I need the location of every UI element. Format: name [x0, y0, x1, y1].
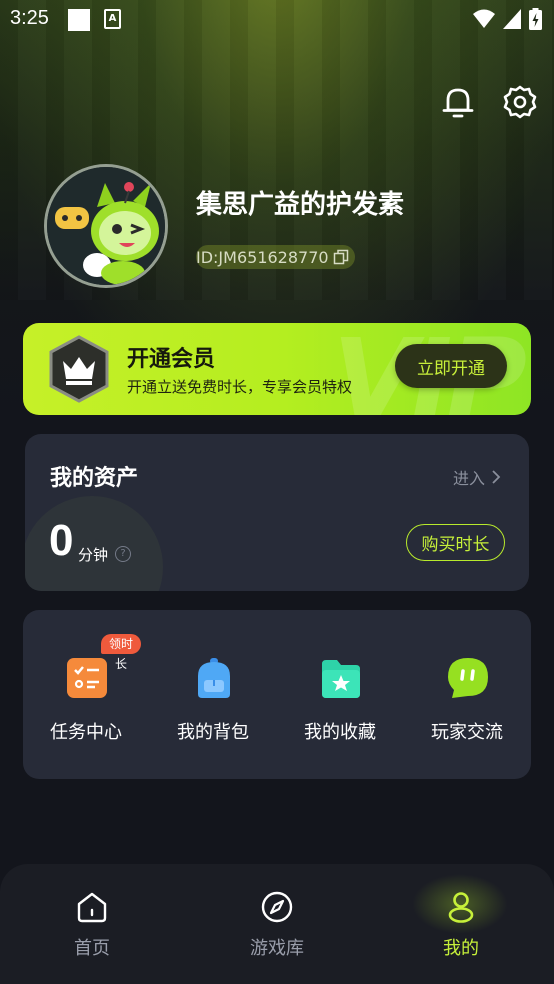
claim-time-badge: 领时长	[101, 634, 141, 671]
quick-item-backpack[interactable]: 我的背包	[158, 646, 268, 746]
task-list-icon	[67, 658, 107, 698]
nav-label: 我的	[443, 938, 479, 959]
nav-item-game-library[interactable]: 游戏库	[222, 890, 332, 960]
status-bar: 3:25 A	[0, 0, 554, 40]
quick-item-favorites[interactable]: 我的收藏	[285, 646, 395, 746]
quick-actions-card: 领时长 任务中心 我的背包 我的收藏 玩家交流	[23, 610, 531, 779]
assets-enter-label: 进入	[452, 469, 485, 488]
wifi-icon	[473, 9, 495, 28]
vip-title: 开通会员	[127, 347, 216, 372]
help-icon[interactable]: ?	[115, 546, 131, 562]
assets-value: 0	[49, 516, 74, 565]
assets-title: 我的资产	[50, 466, 139, 491]
quick-item-label: 我的背包	[177, 722, 249, 743]
status-time: 3:25	[10, 7, 49, 29]
home-icon	[77, 892, 107, 923]
nav-item-mine[interactable]: 我的	[406, 890, 516, 960]
avatar[interactable]	[44, 164, 168, 288]
buy-time-button[interactable]: 购买时长	[406, 524, 505, 561]
quick-item-label: 任务中心	[50, 722, 122, 743]
user-id-pill[interactable]: ID:JM651628770	[196, 245, 355, 269]
nav-label: 游戏库	[250, 938, 304, 959]
bell-icon[interactable]	[440, 84, 476, 120]
notification-square-icon	[68, 9, 90, 31]
a-notification-icon: A	[104, 9, 121, 29]
status-indicators	[473, 8, 542, 30]
assets-card: 我的资产 进入 0 分钟 ? 购买时长	[25, 434, 529, 591]
bottom-navigation: 首页 游戏库 我的	[0, 864, 554, 984]
assets-unit: 分钟	[78, 546, 109, 564]
username: 集思广益的护发素	[196, 190, 405, 220]
copy-icon[interactable]	[333, 249, 349, 265]
mascot-avatar-image	[47, 167, 165, 285]
quick-item-task-center[interactable]: 领时长 任务中心	[31, 634, 141, 746]
quick-item-player-chat[interactable]: 玩家交流	[412, 646, 522, 746]
backpack-icon	[198, 658, 230, 698]
chat-bubble-icon	[448, 658, 488, 698]
gear-icon[interactable]	[502, 84, 538, 120]
quick-item-label: 玩家交流	[431, 722, 503, 743]
battery-icon	[529, 8, 542, 30]
open-vip-button[interactable]: 立即开通	[395, 344, 507, 388]
quick-item-label: 我的收藏	[304, 722, 376, 743]
vip-banner[interactable]: VIP 开通会员 开通立送免费时长，专享会员特权 立即开通	[23, 323, 531, 415]
nav-item-home[interactable]: 首页	[37, 890, 147, 960]
chevron-right-icon	[492, 470, 501, 484]
compass-icon	[261, 891, 293, 923]
assets-enter-link[interactable]: 进入	[453, 465, 501, 489]
nav-label: 首页	[74, 938, 110, 959]
favorite-folder-icon	[322, 660, 360, 698]
crown-badge-icon	[49, 335, 109, 403]
user-id-text: ID:JM651628770	[196, 247, 329, 267]
profile-icon	[448, 892, 474, 923]
vip-subtitle: 开通立送免费时长，专享会员特权	[127, 378, 353, 396]
signal-icon	[503, 9, 521, 29]
